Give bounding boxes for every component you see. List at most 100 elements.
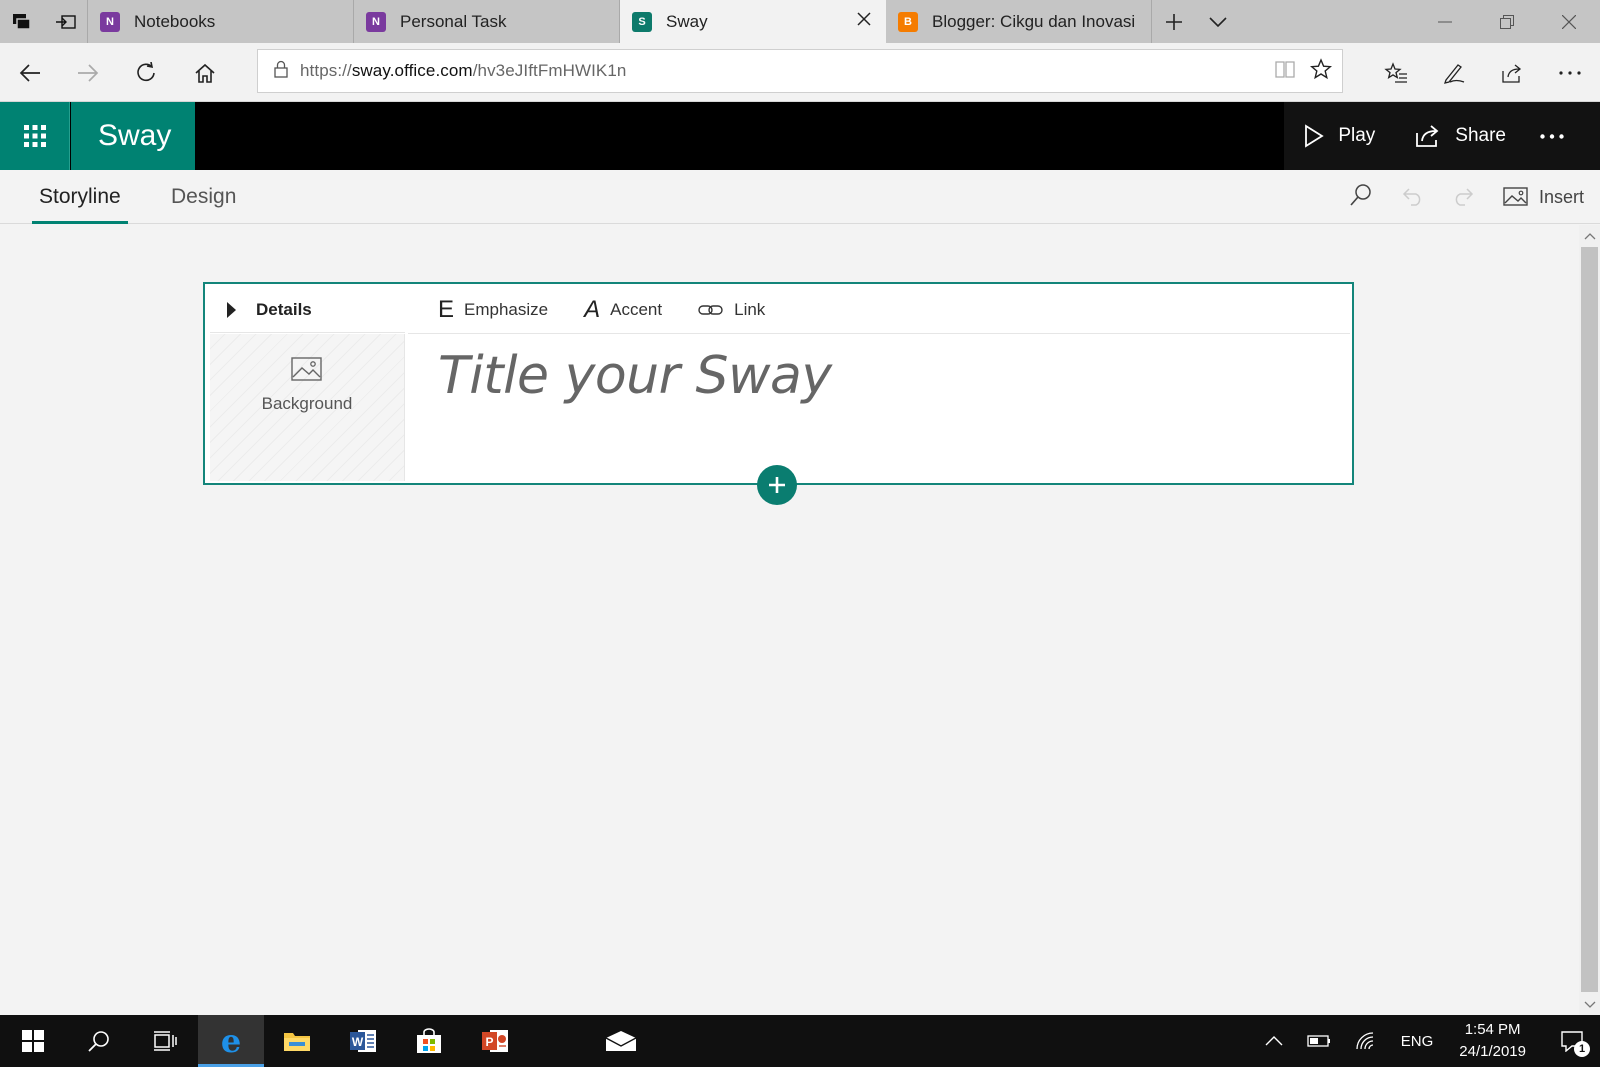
tab-set-aside-icon[interactable] bbox=[0, 0, 44, 43]
share-button[interactable]: Share bbox=[1395, 102, 1526, 170]
insert-button[interactable]: Insert bbox=[1503, 186, 1584, 208]
word-icon[interactable]: W bbox=[330, 1015, 396, 1067]
background-image-icon bbox=[291, 357, 322, 381]
svg-text:W: W bbox=[352, 1035, 364, 1049]
minimize-icon[interactable] bbox=[1414, 0, 1476, 43]
more-options-icon[interactable] bbox=[1541, 43, 1599, 102]
url-prefix: https:// bbox=[300, 61, 352, 80]
link-icon bbox=[698, 305, 723, 315]
tabs-aside-icon[interactable] bbox=[44, 0, 88, 43]
play-button[interactable]: Play bbox=[1284, 102, 1395, 170]
tab-label: Blogger: Cikgu dan Inovasi bbox=[932, 11, 1136, 31]
share-icon bbox=[1416, 125, 1439, 147]
svg-text:P: P bbox=[485, 1035, 493, 1049]
taskbar-search-icon[interactable] bbox=[66, 1015, 132, 1067]
insert-label: Insert bbox=[1538, 186, 1584, 207]
details-toggle[interactable]: Details bbox=[210, 287, 405, 333]
expand-triangle-icon bbox=[227, 301, 236, 318]
app-launcher-icon[interactable] bbox=[0, 102, 70, 170]
image-icon bbox=[1503, 187, 1528, 206]
undo-icon[interactable] bbox=[1399, 184, 1425, 211]
ellipsis-icon bbox=[1540, 133, 1564, 139]
back-icon[interactable] bbox=[1, 43, 59, 102]
link-label: Link bbox=[734, 300, 766, 319]
emphasize-icon: E bbox=[438, 296, 455, 323]
wifi-icon[interactable] bbox=[1343, 1015, 1389, 1067]
text-format-bar: E Emphasize A Accent Link bbox=[408, 287, 1350, 334]
accent-label: Accent bbox=[610, 300, 663, 319]
accent-icon: A bbox=[584, 296, 601, 323]
accent-button[interactable]: A Accent bbox=[584, 296, 662, 324]
taskbar-spacer bbox=[528, 1015, 588, 1067]
emphasize-button[interactable]: E Emphasize bbox=[438, 296, 548, 324]
action-center-icon[interactable]: 1 bbox=[1540, 1015, 1600, 1067]
restore-icon[interactable] bbox=[1476, 0, 1538, 43]
url-field[interactable]: https://sway.office.com/hv3eJIftFmHWIK1n bbox=[257, 49, 1343, 93]
battery-icon[interactable] bbox=[1295, 1015, 1343, 1067]
lock-icon bbox=[274, 60, 288, 83]
tab-label: Sway bbox=[666, 11, 708, 31]
notification-badge: 1 bbox=[1574, 1041, 1590, 1057]
background-label: Background bbox=[261, 394, 353, 413]
tab-label: Notebooks bbox=[134, 11, 216, 31]
plus-icon bbox=[769, 477, 785, 493]
system-tray: ENG 1:54 PM 24/1/2019 1 bbox=[1253, 1015, 1600, 1067]
tab-label: Personal Task bbox=[400, 11, 507, 31]
sway-icon: S bbox=[632, 11, 652, 32]
close-window-icon[interactable] bbox=[1538, 0, 1600, 43]
scroll-down-icon[interactable] bbox=[1582, 997, 1597, 1012]
scrollbar-thumb[interactable] bbox=[1581, 247, 1598, 992]
powerpoint-icon[interactable]: P bbox=[462, 1015, 528, 1067]
search-icon[interactable] bbox=[1349, 183, 1373, 212]
start-windows-icon[interactable] bbox=[0, 1015, 66, 1067]
store-icon[interactable] bbox=[396, 1015, 462, 1067]
background-picker[interactable]: Background bbox=[210, 334, 405, 481]
close-tab-icon[interactable] bbox=[856, 11, 872, 32]
tab-blogger[interactable]: B Blogger: Cikgu dan Inovasi bbox=[886, 0, 1152, 43]
play-icon bbox=[1305, 124, 1325, 148]
clock[interactable]: 1:54 PM 24/1/2019 bbox=[1445, 1019, 1540, 1063]
clock-time: 1:54 PM bbox=[1464, 1021, 1521, 1038]
clock-date: 24/1/2019 bbox=[1459, 1043, 1526, 1060]
refresh-icon[interactable] bbox=[117, 43, 175, 102]
tab-personal-task[interactable]: N Personal Task bbox=[354, 0, 620, 43]
tab-preview-chevron-icon[interactable] bbox=[1196, 0, 1240, 43]
home-icon[interactable] bbox=[176, 43, 234, 102]
tab-notebooks[interactable]: N Notebooks bbox=[88, 0, 354, 43]
scroll-up-icon[interactable] bbox=[1582, 228, 1597, 243]
onenote-icon: N bbox=[366, 11, 386, 32]
tab-storyline[interactable]: Storyline bbox=[32, 170, 128, 224]
edge-taskbar-icon[interactable]: e bbox=[198, 1015, 264, 1067]
onenote-icon: N bbox=[100, 11, 120, 32]
favorite-star-icon[interactable] bbox=[1309, 58, 1333, 85]
vertical-scrollbar[interactable] bbox=[1579, 225, 1600, 1015]
address-bar-row: https://sway.office.com/hv3eJIftFmHWIK1n bbox=[0, 43, 1600, 102]
pen-notes-icon[interactable] bbox=[1425, 43, 1483, 102]
redo-icon[interactable] bbox=[1451, 184, 1477, 211]
link-button[interactable]: Link bbox=[698, 300, 765, 320]
blogger-icon: B bbox=[898, 11, 918, 32]
tab-sway[interactable]: S Sway bbox=[620, 0, 886, 43]
url-host: sway.office.com bbox=[351, 61, 473, 80]
emphasize-label: Emphasize bbox=[464, 300, 549, 319]
input-language[interactable]: ENG bbox=[1389, 1015, 1446, 1067]
task-view-icon[interactable] bbox=[132, 1015, 198, 1067]
title-input[interactable]: Title your Sway bbox=[438, 346, 832, 406]
title-card[interactable]: Details Background E Emphasize A Accent … bbox=[203, 282, 1354, 485]
show-hidden-icons-icon[interactable] bbox=[1253, 1015, 1295, 1067]
app-brand[interactable]: Sway bbox=[71, 102, 195, 170]
url-text: https://sway.office.com/hv3eJIftFmHWIK1n bbox=[300, 61, 626, 81]
details-label: Details bbox=[256, 299, 312, 319]
storyline-canvas: Details Background E Emphasize A Accent … bbox=[0, 225, 1579, 1015]
reading-view-icon[interactable] bbox=[1274, 58, 1296, 85]
file-explorer-icon[interactable] bbox=[264, 1015, 330, 1067]
tab-design[interactable]: Design bbox=[171, 170, 236, 224]
add-card-button[interactable] bbox=[757, 465, 797, 505]
favorites-hub-icon[interactable] bbox=[1367, 43, 1425, 102]
mail-icon[interactable] bbox=[588, 1015, 654, 1067]
forward-icon[interactable] bbox=[59, 43, 117, 102]
more-menu-button[interactable] bbox=[1526, 102, 1600, 170]
share-label: Share bbox=[1455, 125, 1506, 146]
new-tab-icon[interactable] bbox=[1152, 0, 1196, 43]
share-page-icon[interactable] bbox=[1483, 43, 1541, 102]
